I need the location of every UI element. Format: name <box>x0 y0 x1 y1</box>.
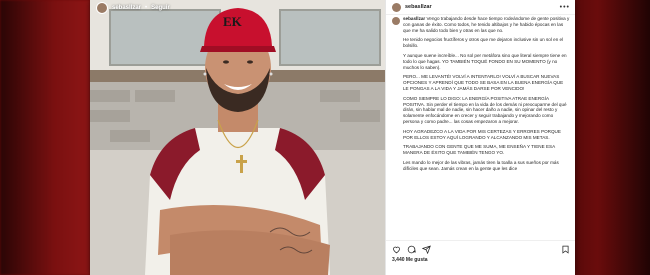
user-avatar[interactable] <box>392 2 401 12</box>
caption-paragraph: HOY AGRADEZCO A LA VIDA POR MIS CERTEZAS… <box>403 128 561 140</box>
man-portrait-image <box>90 0 385 275</box>
caption-paragraph: PERO... ME LEVANTÉ! VOLVÍ A INTENTARLO! … <box>403 74 564 91</box>
header-username[interactable]: sebasllzar <box>405 4 432 10</box>
caption-body: sebasllzar Vengo trabajando desde hace t… <box>392 16 570 241</box>
blurred-background-left <box>0 0 90 275</box>
more-options-icon[interactable]: ••• <box>560 4 570 11</box>
post-date <box>386 263 575 264</box>
post-footer: 3,440 Me gusta <box>386 240 575 275</box>
caption-header: sebasllzar ••• <box>386 0 575 15</box>
blurred-background-right <box>575 0 650 275</box>
caption-paragraph-text: Vengo trabajando desde hace tiempo rodeá… <box>403 16 570 33</box>
caption-paragraph: COMO SIEMPRE LO DIGO: LA ENERGÍA POSITIV… <box>403 95 567 124</box>
caption-paragraph: He tenido negocios fructíferos y otros q… <box>403 37 564 49</box>
user-avatar[interactable] <box>96 2 108 14</box>
heart-icon[interactable] <box>392 245 401 254</box>
caption-paragraph: Les mando lo mejor de las vibras, jamás … <box>403 159 559 171</box>
caption-username[interactable]: sebasllzar <box>403 16 425 21</box>
follow-button[interactable]: Seguir <box>151 5 170 11</box>
caption-paragraph: TRABAJANDO CON GENTE QUE ME SUMA, ME ENS… <box>403 144 555 156</box>
caption-text: sebasllzar Vengo trabajando desde hace t… <box>403 16 570 176</box>
comment-icon[interactable] <box>407 245 416 254</box>
photo-header: sebasllzar • Seguir <box>96 2 170 14</box>
post-photo[interactable]: sebasllzar • Seguir EK <box>90 0 385 275</box>
separator-dot: • <box>145 5 148 11</box>
caption-row: sebasllzar Vengo trabajando desde hace t… <box>392 16 570 176</box>
user-avatar[interactable] <box>392 17 400 25</box>
instagram-post-card: sebasllzar • Seguir EK sebasllzar ••• se… <box>90 0 575 275</box>
photo-username[interactable]: sebasllzar <box>112 5 141 11</box>
share-icon[interactable] <box>422 245 431 254</box>
caption-paragraph: sebasllzar Vengo trabajando desde hace t… <box>403 16 570 33</box>
likes-count[interactable]: 3,440 Me gusta <box>386 254 575 263</box>
cap-logo-text: EK <box>223 14 242 29</box>
action-bar <box>386 241 575 254</box>
bookmark-icon[interactable] <box>561 245 570 254</box>
caption-paragraph: Y aunque suene increíble... No sol per m… <box>403 52 567 70</box>
caption-panel: sebasllzar ••• sebasllzar Vengo trabajan… <box>385 0 575 275</box>
